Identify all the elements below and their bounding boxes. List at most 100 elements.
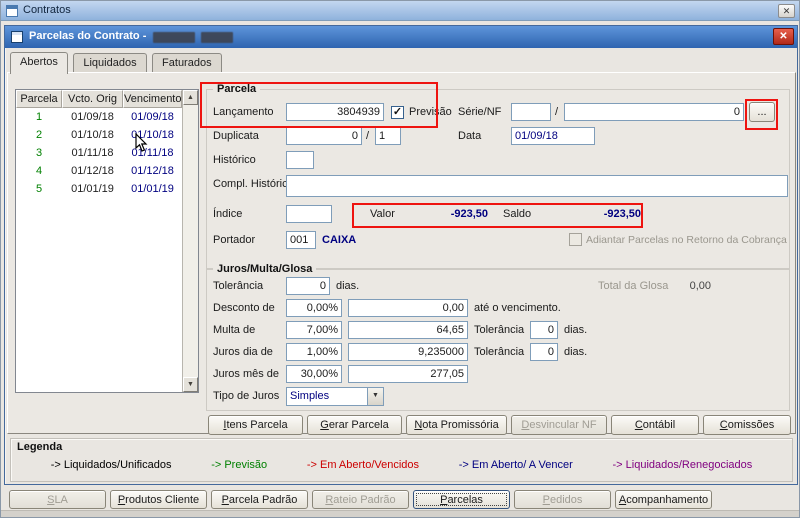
grid-header-vcto-orig[interactable]: Vcto. Orig [62, 90, 123, 108]
legenda-items: -> Liquidados/Unificados -> Previsão -> … [11, 459, 792, 471]
desvincular-nf-button: Desvincular NF [511, 415, 607, 435]
table-row[interactable]: 4 01/12/18 01/12/18 [16, 162, 182, 180]
tab-liquidados[interactable]: Liquidados [73, 53, 147, 73]
contratos-window: Contratos ✕ Parcelas do Contrato - ✕ Abe… [0, 0, 800, 518]
tab-faturados[interactable]: Faturados [152, 53, 222, 73]
cell-parcela: 5 [35, 183, 43, 195]
tipo-juros-select[interactable]: Simples ▼ [286, 387, 384, 406]
nf-browse-button[interactable]: ... [749, 102, 775, 122]
table-row[interactable]: 2 01/10/18 01/10/18 [16, 126, 182, 144]
desconto-value-field[interactable] [348, 299, 468, 317]
lancamento-label: Lançamento [213, 106, 274, 118]
juros-dia-tolerancia-label: Tolerância [474, 346, 525, 358]
portador-label: Portador [213, 234, 256, 246]
produtos-cliente-button[interactable]: Produtos Cliente [110, 490, 207, 509]
historico-field[interactable] [286, 151, 314, 169]
chevron-down-icon[interactable]: ▼ [367, 388, 383, 405]
itens-parcela-button[interactable]: Itens Parcela [208, 415, 303, 435]
multa-suffix: dias. [564, 324, 588, 336]
status-strip [1, 510, 799, 517]
grid-header-vencimento[interactable]: Vencimento [123, 90, 182, 108]
juros-dia-label: Juros dia de [213, 346, 273, 358]
juros-dia-tolerancia-field[interactable] [530, 343, 558, 361]
grid-header-parcela[interactable]: Parcela [16, 90, 62, 108]
redacted-text [153, 32, 195, 43]
outer-titlebar[interactable]: Contratos ✕ [1, 1, 799, 21]
juros-mes-value-field[interactable] [348, 365, 468, 383]
check-icon: ✓ [392, 106, 403, 118]
contabil-button[interactable]: Contábil [611, 415, 699, 435]
juros-group-title: Juros/Multa/Glosa [213, 262, 317, 276]
tolerancia-field[interactable] [286, 277, 330, 295]
legend-item-liquidados-renegociados: -> Liquidados/Renegociados [612, 459, 753, 471]
tab-abertos[interactable]: Abertos [10, 52, 68, 74]
legend-item-em-aberto-a-vencer: -> Em Aberto/ A Vencer [458, 459, 573, 471]
duplicata-separator: / [366, 130, 370, 142]
cell-vencimento: 01/11/18 [131, 147, 174, 159]
compl-historico-field[interactable] [286, 175, 788, 197]
desconto-percent-field[interactable] [286, 299, 342, 317]
nf-field[interactable] [564, 103, 744, 121]
lancamento-field[interactable] [286, 103, 384, 121]
parcela-padrao-button[interactable]: Parcela Padrão [211, 490, 308, 509]
sla-button: SLA [9, 490, 106, 509]
data-label: Data [458, 130, 482, 142]
data-field[interactable] [511, 127, 595, 145]
valor-value: -923,50 [450, 208, 488, 220]
juros-dia-percent-field[interactable] [286, 343, 342, 361]
scroll-up-icon[interactable]: ▲ [183, 90, 198, 105]
serie-nf-label: Série/NF [458, 106, 502, 118]
valor-label: Valor [370, 208, 395, 220]
parcelas-button[interactable]: Parcelas [413, 490, 510, 509]
acompanhamento-button[interactable]: Acompanhamento [615, 490, 712, 509]
cell-vcto-orig: 01/10/18 [71, 129, 114, 141]
cell-parcela: 4 [35, 165, 43, 177]
multa-value-field[interactable] [348, 321, 468, 339]
close-icon[interactable]: ✕ [778, 4, 795, 18]
legenda-group: Legenda -> Liquidados/Unificados -> Prev… [10, 438, 793, 482]
multa-percent-field[interactable] [286, 321, 342, 339]
duplicata-numero-field[interactable] [286, 127, 362, 145]
table-row[interactable]: 3 01/11/18 01/11/18 [16, 144, 182, 162]
scroll-down-icon[interactable]: ▼ [183, 377, 198, 392]
gerar-parcela-button[interactable]: Gerar Parcela [307, 415, 402, 435]
legend-item-em-aberto-vencidos: -> Em Aberto/Vencidos [306, 459, 420, 471]
juros-mes-percent-field[interactable] [286, 365, 342, 383]
legend-item-previsao: -> Previsão [211, 459, 268, 471]
duplicata-ordem-field[interactable] [375, 127, 401, 145]
saldo-value: -923,50 [603, 208, 641, 220]
table-row[interactable]: 5 01/01/19 01/01/19 [16, 180, 182, 198]
serie-nf-separator: / [555, 106, 559, 118]
tipo-juros-label: Tipo de Juros [213, 390, 280, 402]
portador-code-field[interactable] [286, 231, 316, 249]
scrollbar[interactable]: ▲ ▼ [182, 90, 198, 392]
cell-vencimento: 01/01/19 [131, 183, 174, 195]
duplicata-label: Duplicata [213, 130, 259, 142]
cell-parcela: 1 [35, 111, 43, 123]
multa-tolerancia-field[interactable] [530, 321, 558, 339]
inner-titlebar[interactable]: Parcelas do Contrato - ✕ [5, 26, 797, 48]
close-icon[interactable]: ✕ [773, 28, 794, 45]
cell-vencimento: 01/09/18 [131, 111, 174, 123]
comissoes-button[interactable]: Comissões [703, 415, 791, 435]
multa-label: Multa de [213, 324, 256, 336]
tolerancia-suffix: dias. [336, 280, 360, 292]
portador-name: CAIXA [322, 234, 357, 246]
previsao-checkbox[interactable]: ✓ [391, 106, 404, 119]
window-icon [6, 5, 18, 17]
cell-parcela: 2 [35, 129, 43, 141]
parcelas-grid: Parcela Vcto. Orig Vencimento 1 01/09/18… [15, 89, 199, 393]
serie-field[interactable] [511, 103, 551, 121]
juros-mes-label: Juros mês de [213, 368, 280, 380]
tipo-juros-value: Simples [290, 390, 330, 402]
table-row[interactable]: 1 01/09/18 01/09/18 [16, 108, 182, 126]
juros-dia-value-field[interactable] [348, 343, 468, 361]
cell-vcto-orig: 01/09/18 [71, 111, 114, 123]
inner-window-title: Parcelas do Contrato - [29, 30, 147, 42]
total-glosa-label: Total da Glosa [598, 280, 669, 292]
indice-field[interactable] [286, 205, 332, 223]
nota-promissoria-button[interactable]: Nota Promissória [406, 415, 507, 435]
cell-vencimento: 01/12/18 [131, 165, 174, 177]
legenda-title: Legenda [17, 441, 63, 453]
adiantar-label: Adiantar Parcelas no Retorno da Cobrança [586, 234, 787, 246]
